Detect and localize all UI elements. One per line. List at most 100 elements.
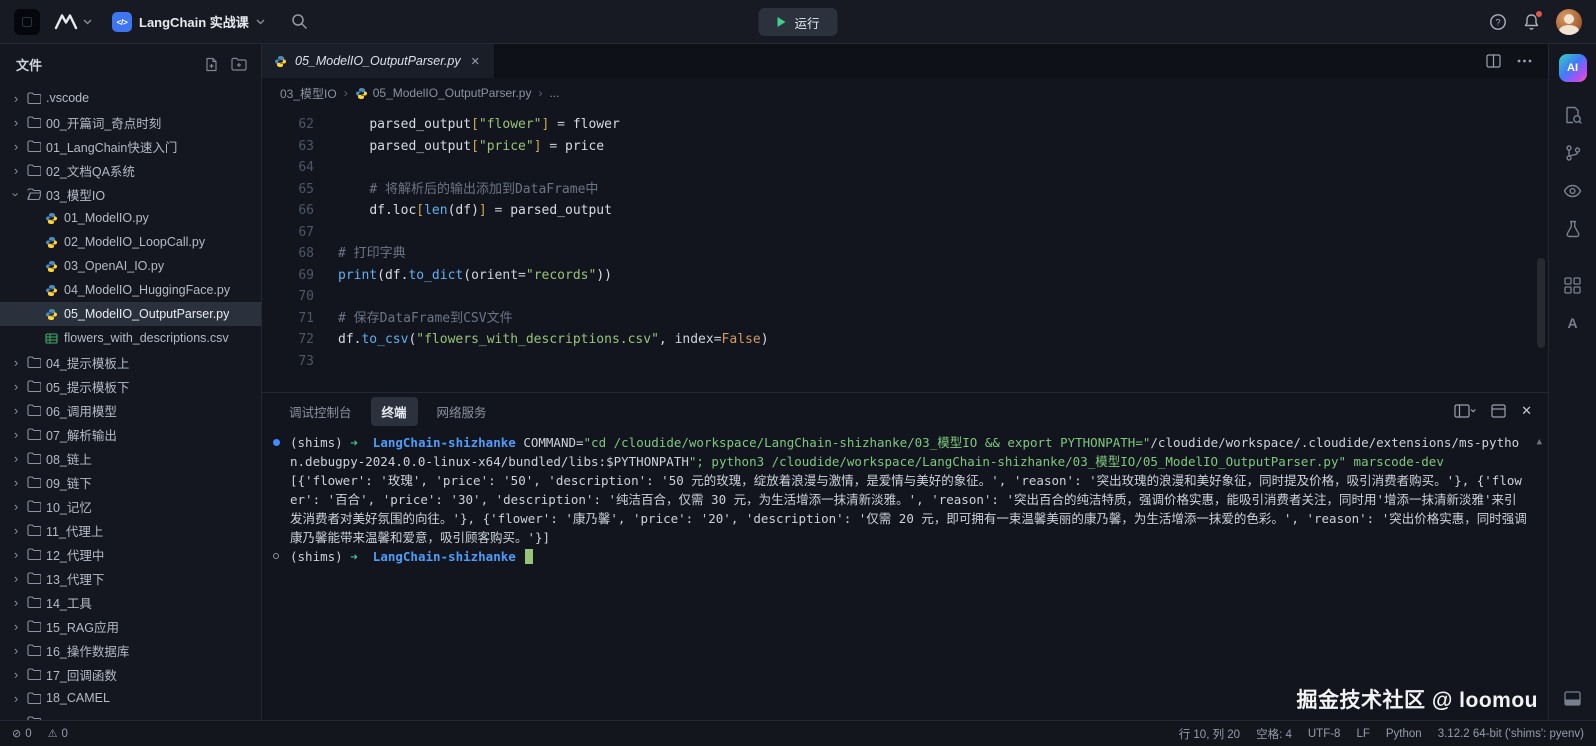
tree-folder-02_文档QA系统[interactable]: ›02_文档QA系统 <box>0 158 261 182</box>
tree-file-04_ModelIO_HuggingFace.py[interactable]: 04_ModelIO_HuggingFace.py <box>0 278 261 302</box>
chevron-collapsed-icon: › <box>8 571 24 586</box>
tree-folder-18_CAMEL[interactable]: ›18_CAMEL <box>0 686 261 710</box>
tree-folder-13_代理下[interactable]: ›13_代理下 <box>0 566 261 590</box>
warning-count[interactable]: ⚠0 <box>48 727 68 740</box>
chevron-expanded-icon: › <box>9 186 24 202</box>
tree-folder-06_调用模型[interactable]: ›06_调用模型 <box>0 398 261 422</box>
status-item[interactable]: Python <box>1386 728 1422 740</box>
status-item[interactable]: UTF-8 <box>1308 728 1341 740</box>
notifications-bell-icon[interactable] <box>1523 13 1540 31</box>
tree-folder-11_代理上[interactable]: ›11_代理上 <box>0 518 261 542</box>
tree-file-05_ModelIO_OutputParser.py[interactable]: 05_ModelIO_OutputParser.py <box>0 302 261 326</box>
search-icon[interactable] <box>291 13 308 30</box>
test-flask-icon[interactable] <box>1549 210 1596 248</box>
new-file-icon[interactable] <box>204 57 219 72</box>
tree-item-label: 16_操作数据库 <box>46 641 129 660</box>
editor-scrollbar[interactable] <box>1537 258 1545 348</box>
split-editor-icon[interactable] <box>1486 54 1501 68</box>
tree-folder-05_提示模板下[interactable]: ›05_提示模板下 <box>0 374 261 398</box>
tree-file-01_ModelIO.py[interactable]: 01_ModelIO.py <box>0 206 261 230</box>
tree-folder-17_回调函数[interactable]: ›17_回调函数 <box>0 662 261 686</box>
app-logo[interactable] <box>14 9 40 35</box>
chevron-collapsed-icon: › <box>8 427 24 442</box>
tree-folder-07_解析输出[interactable]: › 07_解析输出 <box>0 422 261 446</box>
terminal-scroll-up-icon[interactable]: ▲ <box>1537 433 1542 452</box>
code-editor[interactable]: 626364656667686970717273 parsed_output["… <box>262 108 1548 392</box>
tree-folder-00_开篇词_奇点时刻[interactable]: ›00_开篇词_奇点时刻 <box>0 110 261 134</box>
tree-folder-16_操作数据库[interactable]: ›16_操作数据库 <box>0 638 261 662</box>
tree-folder-08_链上[interactable]: ›08_链上 <box>0 446 261 470</box>
translate-icon[interactable]: A <box>1549 304 1596 342</box>
preview-eye-icon[interactable] <box>1549 172 1596 210</box>
source-control-icon[interactable] <box>1549 134 1596 172</box>
tree-item-label: 09_链下 <box>46 473 92 492</box>
tree-folder-.vscode[interactable]: ›.vscode <box>0 86 261 110</box>
help-icon[interactable]: ? <box>1489 13 1507 31</box>
folder-icon <box>24 380 43 392</box>
breadcrumb-label: ... <box>549 86 559 100</box>
more-actions-icon[interactable] <box>1517 59 1532 63</box>
project-selector[interactable]: </> LangChain 实战课 <box>106 9 271 35</box>
chevron-collapsed-icon: › <box>8 475 24 490</box>
editor-tab[interactable]: 05_ModelIO_OutputParser.py ✕ <box>262 44 495 78</box>
chevron-collapsed-icon: › <box>8 451 24 466</box>
tree-folder-03_模型IO[interactable]: ›03_模型IO <box>0 182 261 206</box>
panel-tab-调试控制台[interactable]: 调试控制台 <box>278 397 363 426</box>
tree-folder-10_记忆[interactable]: ›10_记忆 <box>0 494 261 518</box>
folder-icon <box>24 164 43 176</box>
run-button[interactable]: 运行 <box>758 8 837 36</box>
panel-tab-网络服务[interactable]: 网络服务 <box>426 397 498 426</box>
tree-file-02_ModelIO_LoopCall.py[interactable]: 02_ModelIO_LoopCall.py <box>0 230 261 254</box>
python-file-icon <box>355 87 368 100</box>
status-item[interactable]: 行 10, 列 20 <box>1179 726 1240 742</box>
toggle-bottom-panel-icon[interactable] <box>1549 691 1596 706</box>
tree-item-label: 11_代理上 <box>46 521 103 540</box>
breadcrumb-item[interactable]: 05_ModelIO_OutputParser.py <box>355 86 532 100</box>
tree-item-label: 02_ModelIO_LoopCall.py <box>64 235 205 249</box>
folder-icon <box>24 428 43 440</box>
tree-folder-01_LangChain快速入门[interactable]: › 01_LangChain快速入门 <box>0 134 261 158</box>
tree-item-label: 01_LangChain快速入门 <box>46 137 177 156</box>
tree-item-label: 12_代理中 <box>46 545 104 564</box>
breadcrumb-item[interactable]: 03_模型IO <box>280 85 337 102</box>
panel-tabs: 调试控制台终端网络服务 <box>278 397 498 426</box>
tree-folder-04_提示模板上[interactable]: ›04_提示模板上 <box>0 350 261 374</box>
chevron-collapsed-icon: › <box>8 691 24 706</box>
terminal-views-icon[interactable] <box>1454 404 1476 418</box>
python-file-icon <box>42 212 61 225</box>
panel-tab-终端[interactable]: 终端 <box>371 397 418 426</box>
tree-folder-partial[interactable]: › <box>0 710 261 720</box>
breadcrumb-item[interactable]: ... <box>549 86 559 100</box>
code-review-icon[interactable] <box>1549 96 1596 134</box>
tree-folder-14_工具[interactable]: ›14_工具 <box>0 590 261 614</box>
tree-folder-12_代理中[interactable]: ›12_代理中 <box>0 542 261 566</box>
explorer-title: 文件 <box>16 55 42 74</box>
new-folder-icon[interactable] <box>231 57 247 72</box>
ai-assistant-icon[interactable]: AI <box>1559 54 1587 82</box>
tree-item-label: 07_解析输出 <box>46 425 117 444</box>
close-panel-icon[interactable]: ✕ <box>1521 403 1532 419</box>
project-badge-icon: </> <box>112 12 132 32</box>
close-tab-icon[interactable]: ✕ <box>469 53 482 70</box>
workspace-logo-menu[interactable] <box>50 11 96 32</box>
tree-file-03_OpenAI_IO.py[interactable]: 03_OpenAI_IO.py <box>0 254 261 278</box>
breadcrumb-separator: › <box>344 86 348 100</box>
svg-text:?: ? <box>1495 17 1500 27</box>
tree-folder-15_RAG应用[interactable]: ›15_RAG应用 <box>0 614 261 638</box>
tree-file-flowers_with_descriptions.csv[interactable]: flowers_with_descriptions.csv <box>0 326 261 350</box>
status-item[interactable]: 3.12.2 64-bit ('shims': pyenv) <box>1438 728 1584 740</box>
tree-folder-09_链下[interactable]: › 09_链下 <box>0 470 261 494</box>
terminal-output[interactable]: ▲ (shims) ➜ LangChain-shizhanke COMMAND=… <box>262 429 1548 720</box>
avatar[interactable] <box>1556 9 1582 35</box>
extensions-icon[interactable] <box>1549 266 1596 304</box>
status-item[interactable]: LF <box>1356 728 1369 740</box>
error-count[interactable]: ⊘0 <box>12 727 32 740</box>
chevron-collapsed-icon: › <box>8 139 24 154</box>
status-item[interactable]: 空格: 4 <box>1256 726 1292 742</box>
folder-icon <box>24 668 43 680</box>
chevron-collapsed-icon: › <box>8 91 24 106</box>
toggle-panel-size-icon[interactable] <box>1491 404 1506 418</box>
tree-item-label: 15_RAG应用 <box>46 617 119 636</box>
chevron-down-icon <box>256 19 265 25</box>
folder-icon <box>24 596 43 608</box>
